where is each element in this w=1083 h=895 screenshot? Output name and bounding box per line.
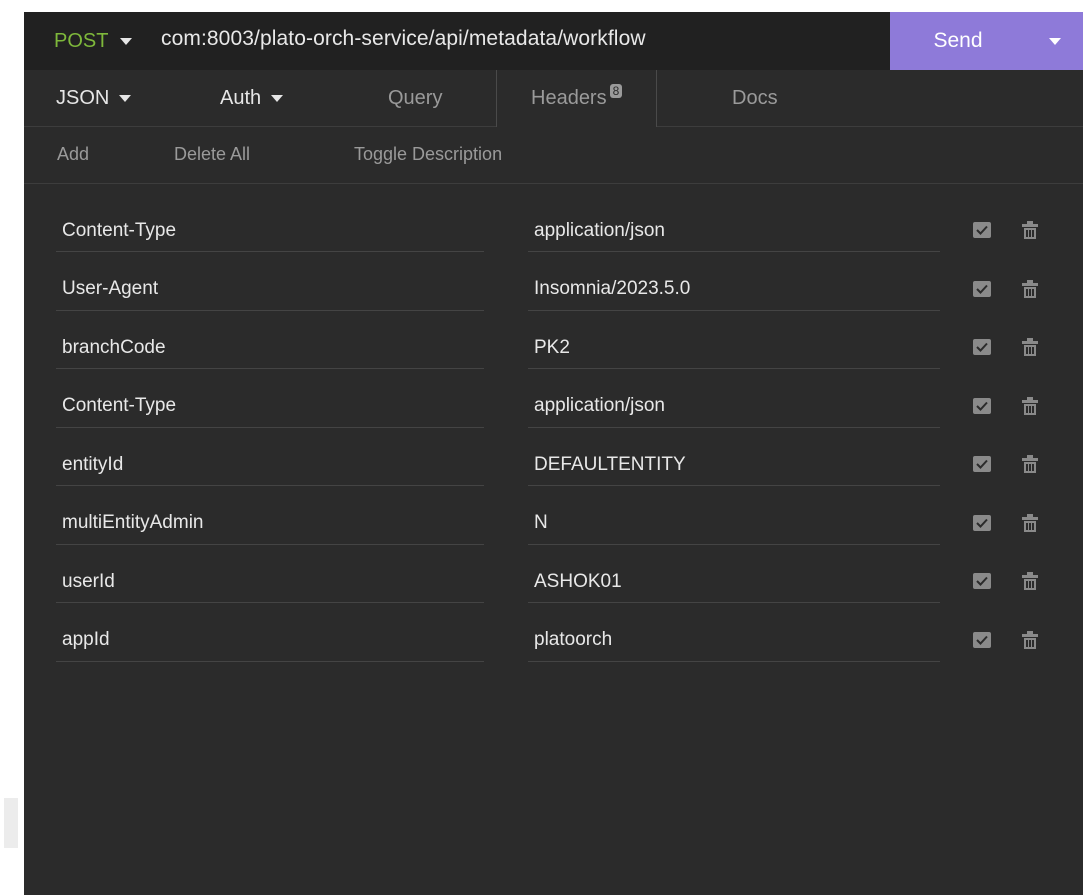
toggle-description-button[interactable]: Toggle Description <box>354 144 502 165</box>
header-name-input[interactable]: Content-Type <box>56 210 484 252</box>
header-value-input[interactable]: Insomnia/2023.5.0 <box>528 269 940 311</box>
checkbox-icon[interactable] <box>973 456 991 472</box>
headers-count-badge: 8 <box>609 83 623 98</box>
trash-icon[interactable] <box>1019 395 1041 417</box>
header-row: Content-Type application/json <box>24 386 1083 444</box>
trash-icon[interactable] <box>1019 336 1041 358</box>
trash-icon[interactable] <box>1019 219 1041 241</box>
chevron-down-icon <box>271 94 284 102</box>
chevron-down-icon <box>120 38 133 45</box>
url-bar: POST com:8003/plato-orch-service/api/met… <box>24 12 1083 70</box>
chevron-down-icon <box>1048 37 1061 45</box>
header-row: appId platoorch <box>24 620 1083 678</box>
checkbox-icon[interactable] <box>973 514 991 531</box>
header-row: userId ASHOK01 <box>24 561 1083 619</box>
add-header-button[interactable]: Add <box>57 144 89 165</box>
header-name-input[interactable]: appId <box>56 620 484 662</box>
send-button[interactable]: Send <box>890 12 1026 70</box>
header-name-input[interactable]: multiEntityAdmin <box>56 503 484 545</box>
header-value-input[interactable]: N <box>528 503 940 545</box>
tab-body[interactable]: JSON <box>56 70 132 126</box>
header-actions: Add Delete All Toggle Description <box>24 127 1083 184</box>
tab-docs[interactable]: Docs <box>732 70 778 126</box>
header-value-input[interactable]: DEFAULTENTITY <box>528 444 940 486</box>
header-row: multiEntityAdmin N <box>24 503 1083 561</box>
header-name-input[interactable]: Content-Type <box>56 386 484 428</box>
checkbox-icon[interactable] <box>973 339 991 355</box>
checkbox-icon[interactable] <box>973 280 991 297</box>
header-row: entityId DEFAULTENTITY <box>24 444 1083 502</box>
tab-query-label: Query <box>388 86 443 109</box>
checkbox-icon[interactable] <box>973 573 991 589</box>
scroll-marker <box>4 798 18 848</box>
trash-icon[interactable] <box>1019 512 1041 534</box>
tab-body-label: JSON <box>56 86 110 109</box>
trash-icon[interactable] <box>1019 570 1041 592</box>
url-input[interactable]: com:8003/plato-orch-service/api/metadata… <box>161 27 646 51</box>
method-selector[interactable]: POST <box>54 30 133 53</box>
checkbox-icon[interactable] <box>973 631 991 648</box>
header-name-input[interactable]: userId <box>56 561 484 603</box>
send-options-button[interactable] <box>1026 12 1083 70</box>
checkbox-icon[interactable] <box>973 222 991 238</box>
request-tabs: JSON Auth Query Headers 8 Docs <box>24 70 1083 127</box>
header-value-input[interactable]: ASHOK01 <box>528 561 940 603</box>
header-row: Content-Type application/json <box>24 210 1083 268</box>
left-edge <box>0 0 24 895</box>
header-row: User-Agent Insomnia/2023.5.0 <box>24 269 1083 327</box>
checkbox-icon[interactable] <box>973 397 991 414</box>
header-name-input[interactable]: User-Agent <box>56 269 484 311</box>
chevron-down-icon <box>119 94 132 102</box>
trash-icon[interactable] <box>1019 629 1041 651</box>
header-value-input[interactable]: application/json <box>528 386 940 428</box>
tab-auth[interactable]: Auth <box>220 70 284 126</box>
method-label: POST <box>54 30 109 52</box>
trash-icon[interactable] <box>1019 453 1041 475</box>
request-panel: POST com:8003/plato-orch-service/api/met… <box>24 12 1083 895</box>
delete-all-button[interactable]: Delete All <box>174 144 250 165</box>
tab-docs-label: Docs <box>732 86 778 109</box>
header-name-input[interactable]: entityId <box>56 444 484 486</box>
trash-icon[interactable] <box>1019 278 1041 300</box>
header-value-input[interactable]: platoorch <box>528 620 940 662</box>
tab-headers[interactable]: Headers 8 <box>496 70 658 127</box>
header-value-input[interactable]: PK2 <box>528 327 940 369</box>
tab-query[interactable]: Query <box>388 70 442 126</box>
header-value-input[interactable]: application/json <box>528 210 940 252</box>
tab-auth-label: Auth <box>220 86 262 109</box>
header-name-input[interactable]: branchCode <box>56 327 484 369</box>
tab-headers-label: Headers <box>531 87 607 109</box>
header-row: branchCode PK2 <box>24 327 1083 385</box>
